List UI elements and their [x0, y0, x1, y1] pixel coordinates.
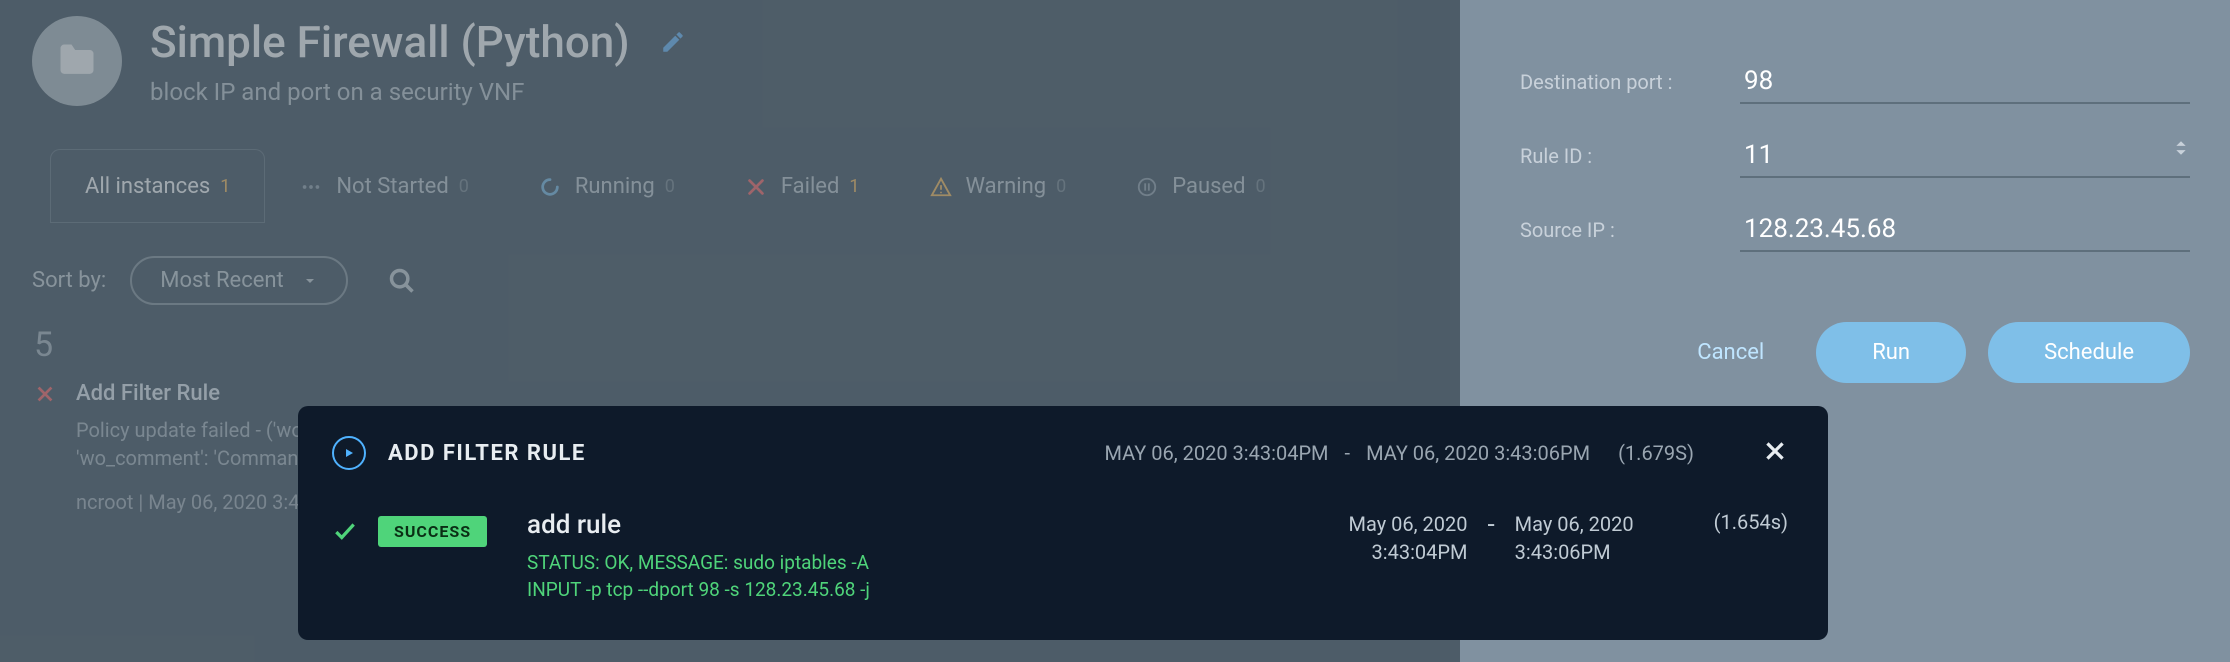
- tab-paused[interactable]: Paused 0: [1101, 149, 1300, 223]
- rule-detail-popup: ADD FILTER RULE MAY 06, 2020 3:43:04PM -…: [298, 406, 1828, 640]
- tab-label: Paused: [1172, 174, 1245, 199]
- tab-count: 0: [1056, 176, 1066, 197]
- search-icon[interactable]: [388, 267, 416, 295]
- form-actions: Cancel Run Schedule: [1520, 322, 2190, 383]
- pause-icon: [1136, 176, 1158, 198]
- page-title-text: Simple Firewall (Python): [150, 16, 630, 68]
- step-message-line2: INPUT -p tcp --dport 98 -s 128.23.45.68 …: [527, 577, 870, 604]
- chevron-down-icon: [2174, 148, 2188, 158]
- tab-count: 0: [459, 176, 469, 197]
- popup-end: MAY 06, 2020 3:43:06PM: [1366, 441, 1590, 465]
- destination-port-input[interactable]: [1740, 60, 2190, 104]
- x-icon: [34, 383, 56, 405]
- tab-count: 1: [849, 176, 859, 197]
- x-icon: [745, 176, 767, 198]
- rule-id-stepper[interactable]: [2174, 138, 2188, 158]
- tab-label: Failed: [781, 174, 840, 199]
- step-start-time: May 06, 2020 3:43:04PM: [1349, 510, 1468, 566]
- popup-start: MAY 06, 2020 3:43:04PM: [1105, 441, 1329, 465]
- step-message-line1: STATUS: OK, MESSAGE: sudo iptables -A: [527, 550, 870, 577]
- page-title: Simple Firewall (Python): [150, 16, 686, 68]
- rule-id-input[interactable]: [1740, 134, 2190, 178]
- section-number: 5: [34, 325, 1460, 365]
- page-header: Simple Firewall (Python) block IP and po…: [0, 0, 1460, 116]
- chevron-down-icon: [302, 273, 318, 289]
- tab-not-started[interactable]: Not Started 0: [265, 149, 504, 223]
- field-rule-id: Rule ID :: [1520, 134, 2190, 178]
- tab-all-instances[interactable]: All instances 1: [50, 149, 265, 223]
- tab-label: Not Started: [336, 174, 448, 199]
- spinner-icon: [539, 176, 561, 198]
- page-subtitle: block IP and port on a security VNF: [150, 78, 686, 106]
- rule-id-label: Rule ID :: [1520, 144, 1740, 168]
- cancel-button[interactable]: Cancel: [1667, 322, 1794, 383]
- schedule-button[interactable]: Schedule: [1988, 322, 2190, 383]
- run-button[interactable]: Run: [1816, 322, 1966, 383]
- tab-failed[interactable]: Failed 1: [710, 149, 895, 223]
- tab-running[interactable]: Running 0: [504, 149, 710, 223]
- ellipsis-icon: [300, 176, 322, 198]
- sort-label: Sort by:: [32, 268, 106, 293]
- status-badge: SUCCESS: [378, 516, 487, 547]
- popup-dash: -: [1345, 441, 1351, 465]
- destination-port-label: Destination port :: [1520, 70, 1740, 94]
- instance-title: Add Filter Rule: [76, 381, 220, 406]
- tab-label: Warning: [966, 174, 1047, 199]
- tab-count: 1: [220, 176, 230, 197]
- popup-title: ADD FILTER RULE: [388, 441, 586, 466]
- step-end-time: May 06, 2020 3:43:06PM: [1515, 510, 1634, 566]
- step-duration: (1.654s): [1714, 510, 1788, 534]
- check-icon: [332, 518, 358, 548]
- warning-icon: [930, 176, 952, 198]
- instance-tabs: All instances 1 Not Started 0 Running 0 …: [50, 146, 1460, 226]
- sort-value: Most Recent: [160, 268, 284, 293]
- step-title: add rule: [527, 510, 870, 540]
- sort-dropdown[interactable]: Most Recent: [130, 256, 348, 305]
- field-source-ip: Source IP :: [1520, 208, 2190, 252]
- popup-duration: (1.679S): [1618, 441, 1694, 465]
- tab-count: 0: [1256, 176, 1266, 197]
- source-ip-input[interactable]: [1740, 208, 2190, 252]
- tab-label: Running: [575, 174, 655, 199]
- tab-label: All instances: [85, 174, 210, 199]
- time-separator: -: [1487, 510, 1494, 540]
- tab-count: 0: [665, 176, 675, 197]
- folder-icon: [32, 16, 122, 106]
- close-button[interactable]: [1762, 438, 1788, 468]
- play-icon: [332, 436, 366, 470]
- popup-time-range: MAY 06, 2020 3:43:04PM - MAY 06, 2020 3:…: [1097, 441, 1702, 465]
- edit-icon[interactable]: [660, 29, 686, 55]
- toolbar: Sort by: Most Recent: [32, 256, 1460, 305]
- chevron-up-icon: [2174, 138, 2188, 148]
- tab-warning[interactable]: Warning 0: [895, 149, 1102, 223]
- field-destination-port: Destination port :: [1520, 60, 2190, 104]
- source-ip-label: Source IP :: [1520, 218, 1740, 242]
